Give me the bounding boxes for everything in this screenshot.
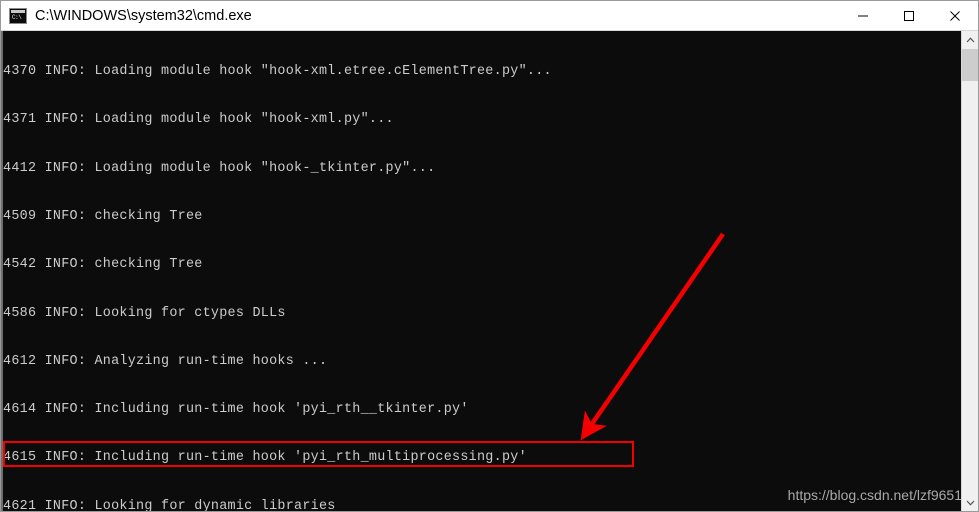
icon-prompt-text: C:\ [12,13,22,21]
window-title: C:\WINDOWS\system32\cmd.exe [35,7,252,24]
console-line: 4509 INFO: checking Tree [3,209,203,225]
vertical-scrollbar[interactable] [961,31,978,511]
cmd-console-icon: C:\ [9,7,27,24]
chevron-up-icon [966,36,974,42]
console-output-area[interactable]: 4370 INFO: Loading module hook "hook-xml… [1,31,978,511]
icon-title-strip [11,9,25,13]
chevron-down-icon [966,500,974,506]
scroll-up-button[interactable] [962,31,978,48]
minimize-icon [858,15,868,16]
console-line: 4614 INFO: Including run-time hook 'pyi_… [3,402,469,418]
maximize-button[interactable] [886,1,932,30]
minimize-button[interactable] [840,1,886,30]
console-line: 4371 INFO: Loading module hook "hook-xml… [3,112,394,128]
console-line: 4370 INFO: Loading module hook "hook-xml… [3,64,552,80]
blog-watermark: https://blog.csdn.net/lzf9651 [787,487,962,503]
console-line: 4615 INFO: Including run-time hook 'pyi_… [3,450,527,466]
scroll-down-button[interactable] [962,494,978,511]
maximize-icon [904,10,914,21]
cmd-window: C:\ C:\WINDOWS\system32\cmd.exe 4370 INF… [0,0,979,512]
scrollbar-thumb[interactable] [962,49,978,81]
title-bar[interactable]: C:\ C:\WINDOWS\system32\cmd.exe [1,1,978,31]
console-line: 4542 INFO: checking Tree [3,257,203,273]
close-button[interactable] [932,1,978,30]
close-icon [950,10,960,21]
console-line: 4412 INFO: Loading module hook "hook-_tk… [3,160,436,176]
console-line: 4612 INFO: Analyzing run-time hooks ... [3,353,328,369]
console-line: 4586 INFO: Looking for ctypes DLLs [3,305,286,321]
console-text: 4370 INFO: Loading module hook "hook-xml… [3,32,961,511]
